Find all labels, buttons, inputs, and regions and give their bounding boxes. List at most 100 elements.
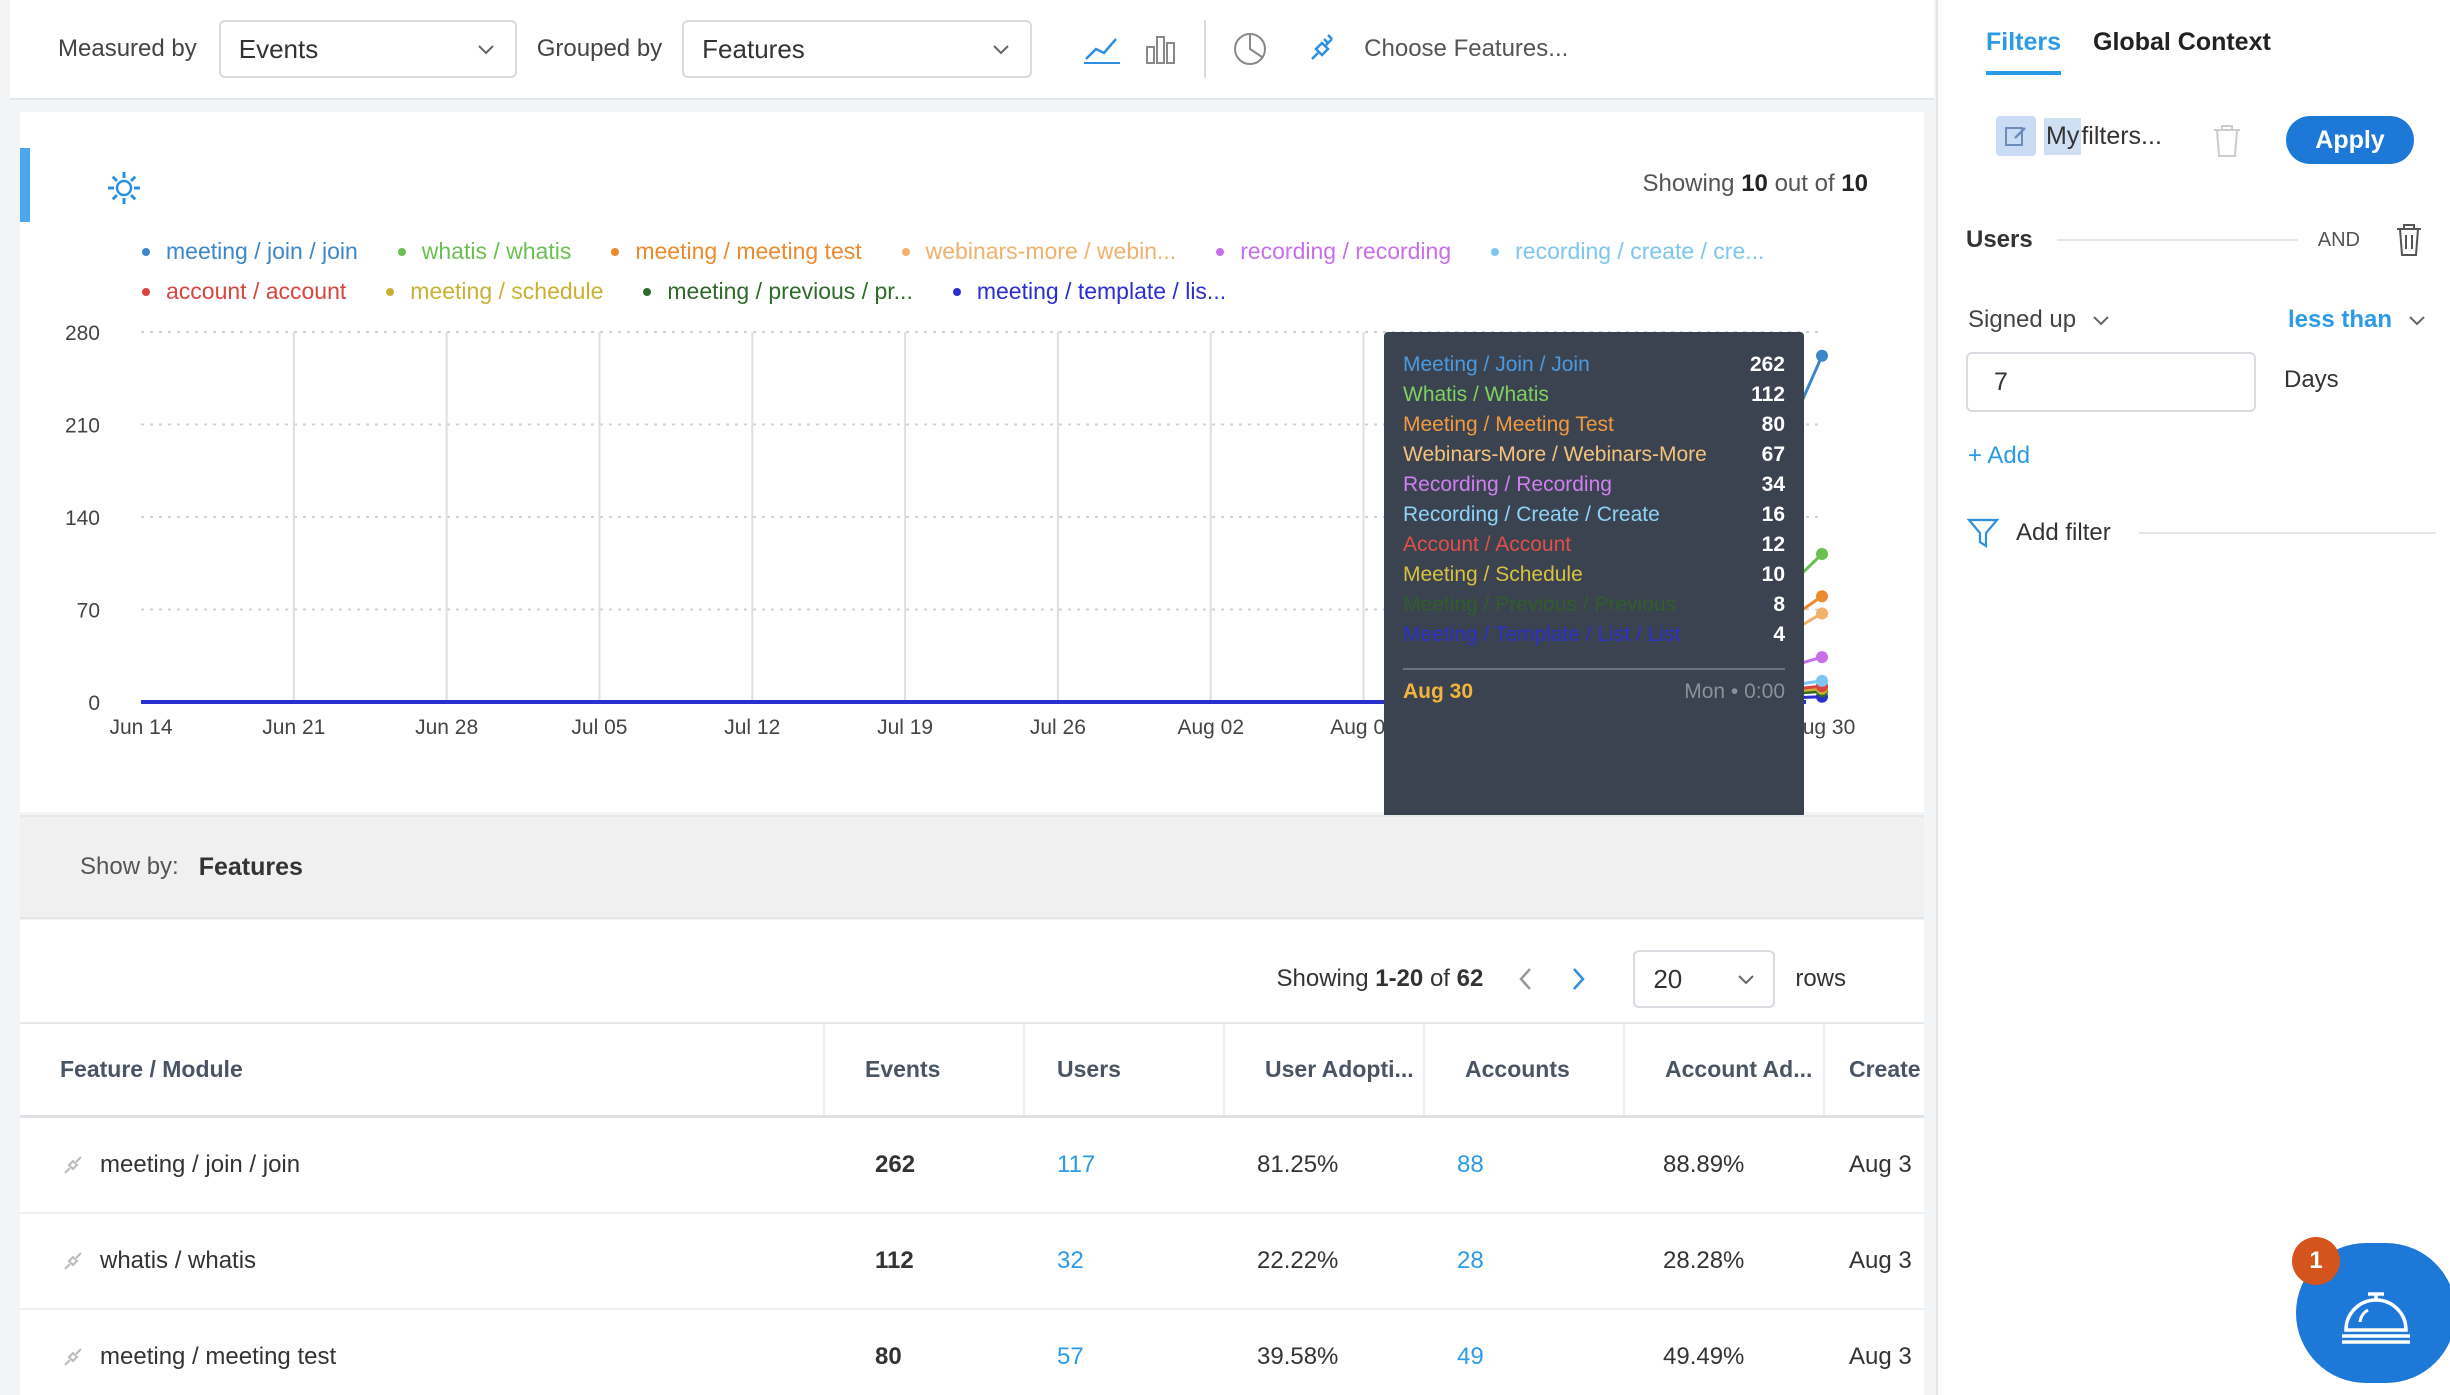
- cell-created: Aug 3: [1825, 1310, 1924, 1395]
- column-header[interactable]: Create: [1825, 1024, 1924, 1115]
- trash-icon[interactable]: [2394, 222, 2424, 258]
- notifications-button[interactable]: 1: [2292, 1237, 2450, 1395]
- page-size-select[interactable]: 20: [1633, 950, 1776, 1008]
- edit-icon[interactable]: [1996, 116, 2036, 156]
- cell-text: 49: [1457, 1343, 1484, 1370]
- cell-text: meeting / join / join: [100, 1151, 301, 1178]
- pagination-total: 62: [1456, 965, 1484, 992]
- tooltip-row: Whatis / Whatis 112: [1403, 380, 1785, 410]
- my-filters-selector[interactable]: My filters...: [1996, 116, 2162, 156]
- chevron-down-icon: [1738, 975, 1755, 985]
- plug-icon[interactable]: [1300, 27, 1344, 71]
- attribute-select[interactable]: Signed up: [1968, 306, 2112, 334]
- column-header[interactable]: Feature / Module: [20, 1024, 825, 1115]
- grouped-by-select[interactable]: Features: [682, 20, 1033, 78]
- cell-accounts[interactable]: 88: [1425, 1118, 1625, 1212]
- divider: [2138, 532, 2436, 534]
- tooltip-series-value: 262: [1749, 353, 1785, 376]
- plug-icon: [64, 1156, 82, 1174]
- cell-accounts[interactable]: 28: [1425, 1214, 1625, 1308]
- series-point: [1816, 548, 1828, 560]
- tooltip-series-value: 12: [1761, 533, 1785, 556]
- pie-chart-icon[interactable]: [1228, 27, 1272, 71]
- tooltip-rows: Meeting / Join / Join 262 Whatis / Whatis 1…: [1403, 350, 1785, 650]
- pagination: Showing 1-20 of 62 20 rows: [1276, 950, 1846, 1008]
- prev-page-button[interactable]: [1507, 960, 1545, 998]
- chevron-down-icon: [2409, 316, 2425, 326]
- cell-events: 80: [825, 1310, 1025, 1395]
- y-tick-label: 210: [65, 415, 100, 438]
- table-row[interactable]: whatis / whatis 112 32 22.22% 28 28.28% Aug 3: [20, 1214, 1924, 1310]
- table-row[interactable]: meeting / join / join 262 117 81.25% 88 88.89…: [20, 1118, 1924, 1214]
- cell-created: Aug 3: [1825, 1214, 1924, 1308]
- tab-filters[interactable]: Filters: [1986, 28, 2062, 75]
- toolbar-divider: [1204, 20, 1207, 78]
- next-page-button[interactable]: [1559, 960, 1597, 998]
- cell-text: 32: [1057, 1247, 1084, 1274]
- column-header[interactable]: Events: [825, 1024, 1025, 1115]
- measured-by-label: Measured by: [58, 35, 197, 62]
- show-by-label: Show by:: [80, 853, 179, 880]
- line-chart-icon[interactable]: [1080, 27, 1124, 71]
- add-condition-link[interactable]: + Add: [1968, 442, 2030, 470]
- tab-global-context[interactable]: Global Context: [2093, 28, 2271, 75]
- tooltip-row: Meeting / Previous / Previous 8: [1403, 590, 1785, 620]
- chevron-down-icon: [2093, 316, 2109, 326]
- cell-text: Aug 3: [1849, 1247, 1912, 1274]
- column-header-label: Create: [1849, 1056, 1921, 1082]
- cell-accounts[interactable]: 49: [1425, 1310, 1625, 1395]
- tooltip-row: Meeting / Meeting Test 80: [1403, 410, 1785, 440]
- days-input[interactable]: 7: [1966, 352, 2256, 412]
- and-operator[interactable]: AND: [2318, 229, 2360, 252]
- bar-chart-icon[interactable]: [1138, 27, 1182, 71]
- y-tick-label: 280: [65, 322, 100, 345]
- chevron-down-icon: [993, 45, 1009, 55]
- x-tick-label: Jun 28: [415, 716, 478, 739]
- tooltip-row: Meeting / Schedule 10: [1403, 560, 1785, 590]
- series-point: [1816, 651, 1828, 664]
- column-header[interactable]: User Adopti...: [1225, 1024, 1425, 1115]
- apply-button[interactable]: Apply: [2286, 116, 2414, 164]
- cell-user-adoption: 39.58%: [1225, 1310, 1425, 1395]
- cell-account-adoption: 49.49%: [1625, 1310, 1825, 1395]
- cell-text: 39.58%: [1257, 1343, 1339, 1370]
- column-header[interactable]: Users: [1025, 1024, 1225, 1115]
- tooltip-series-name: Whatis / Whatis: [1403, 383, 1549, 406]
- cell-feature: meeting / join / join: [20, 1118, 825, 1212]
- tooltip-series-name: Meeting / Previous / Previous: [1403, 593, 1677, 616]
- condition-row: Signed up less than: [1968, 306, 2428, 334]
- tooltip-time: Mon • 0:00: [1684, 680, 1785, 704]
- page-size-value: 20: [1653, 963, 1683, 994]
- operator-select[interactable]: less than: [2288, 306, 2428, 334]
- tooltip-series-name: Recording / Create / Create: [1403, 503, 1660, 526]
- table-row[interactable]: meeting / meeting test 80 57 39.58% 49 49.49%…: [20, 1310, 1924, 1395]
- cell-text: 88.89%: [1663, 1151, 1745, 1178]
- add-filter-button[interactable]: Add filter: [1966, 516, 2436, 550]
- cell-users[interactable]: 32: [1025, 1214, 1225, 1308]
- show-by-bar: Show by: Features: [20, 815, 1924, 919]
- tooltip-series-value: 112: [1751, 383, 1785, 406]
- cell-text: Aug 3: [1849, 1343, 1912, 1370]
- choose-features-link[interactable]: Choose Features...: [1364, 35, 1568, 63]
- column-header[interactable]: Account Ad...: [1625, 1024, 1825, 1115]
- cell-feature: whatis / whatis: [20, 1214, 825, 1308]
- cell-users[interactable]: 57: [1025, 1310, 1225, 1395]
- column-header-label: Events: [865, 1056, 941, 1082]
- tooltip-series-value: 10: [1761, 563, 1785, 586]
- trash-icon[interactable]: [2210, 122, 2244, 160]
- chart-card: Showing 10 out of 10 meeting / join / jo…: [20, 112, 1924, 828]
- column-header[interactable]: Accounts: [1425, 1024, 1625, 1115]
- table-header: Feature / Module Events Users User Adopti..…: [20, 1022, 1924, 1118]
- cell-users[interactable]: 117: [1025, 1118, 1225, 1212]
- users-filter-group: Users AND: [1966, 220, 2424, 260]
- tooltip-day: Mon: [1684, 680, 1726, 703]
- cell-events: 112: [825, 1214, 1025, 1308]
- show-by-value[interactable]: Features: [199, 853, 303, 882]
- tooltip-divider: [1403, 668, 1785, 670]
- x-tick-label: Jul 26: [1030, 716, 1086, 739]
- measured-by-select[interactable]: Events: [218, 20, 517, 78]
- cell-text: 88: [1457, 1151, 1484, 1178]
- tooltip-row: Recording / Create / Create 16: [1403, 500, 1785, 530]
- column-header-label: Users: [1057, 1056, 1121, 1082]
- cell-user-adoption: 81.25%: [1225, 1118, 1425, 1212]
